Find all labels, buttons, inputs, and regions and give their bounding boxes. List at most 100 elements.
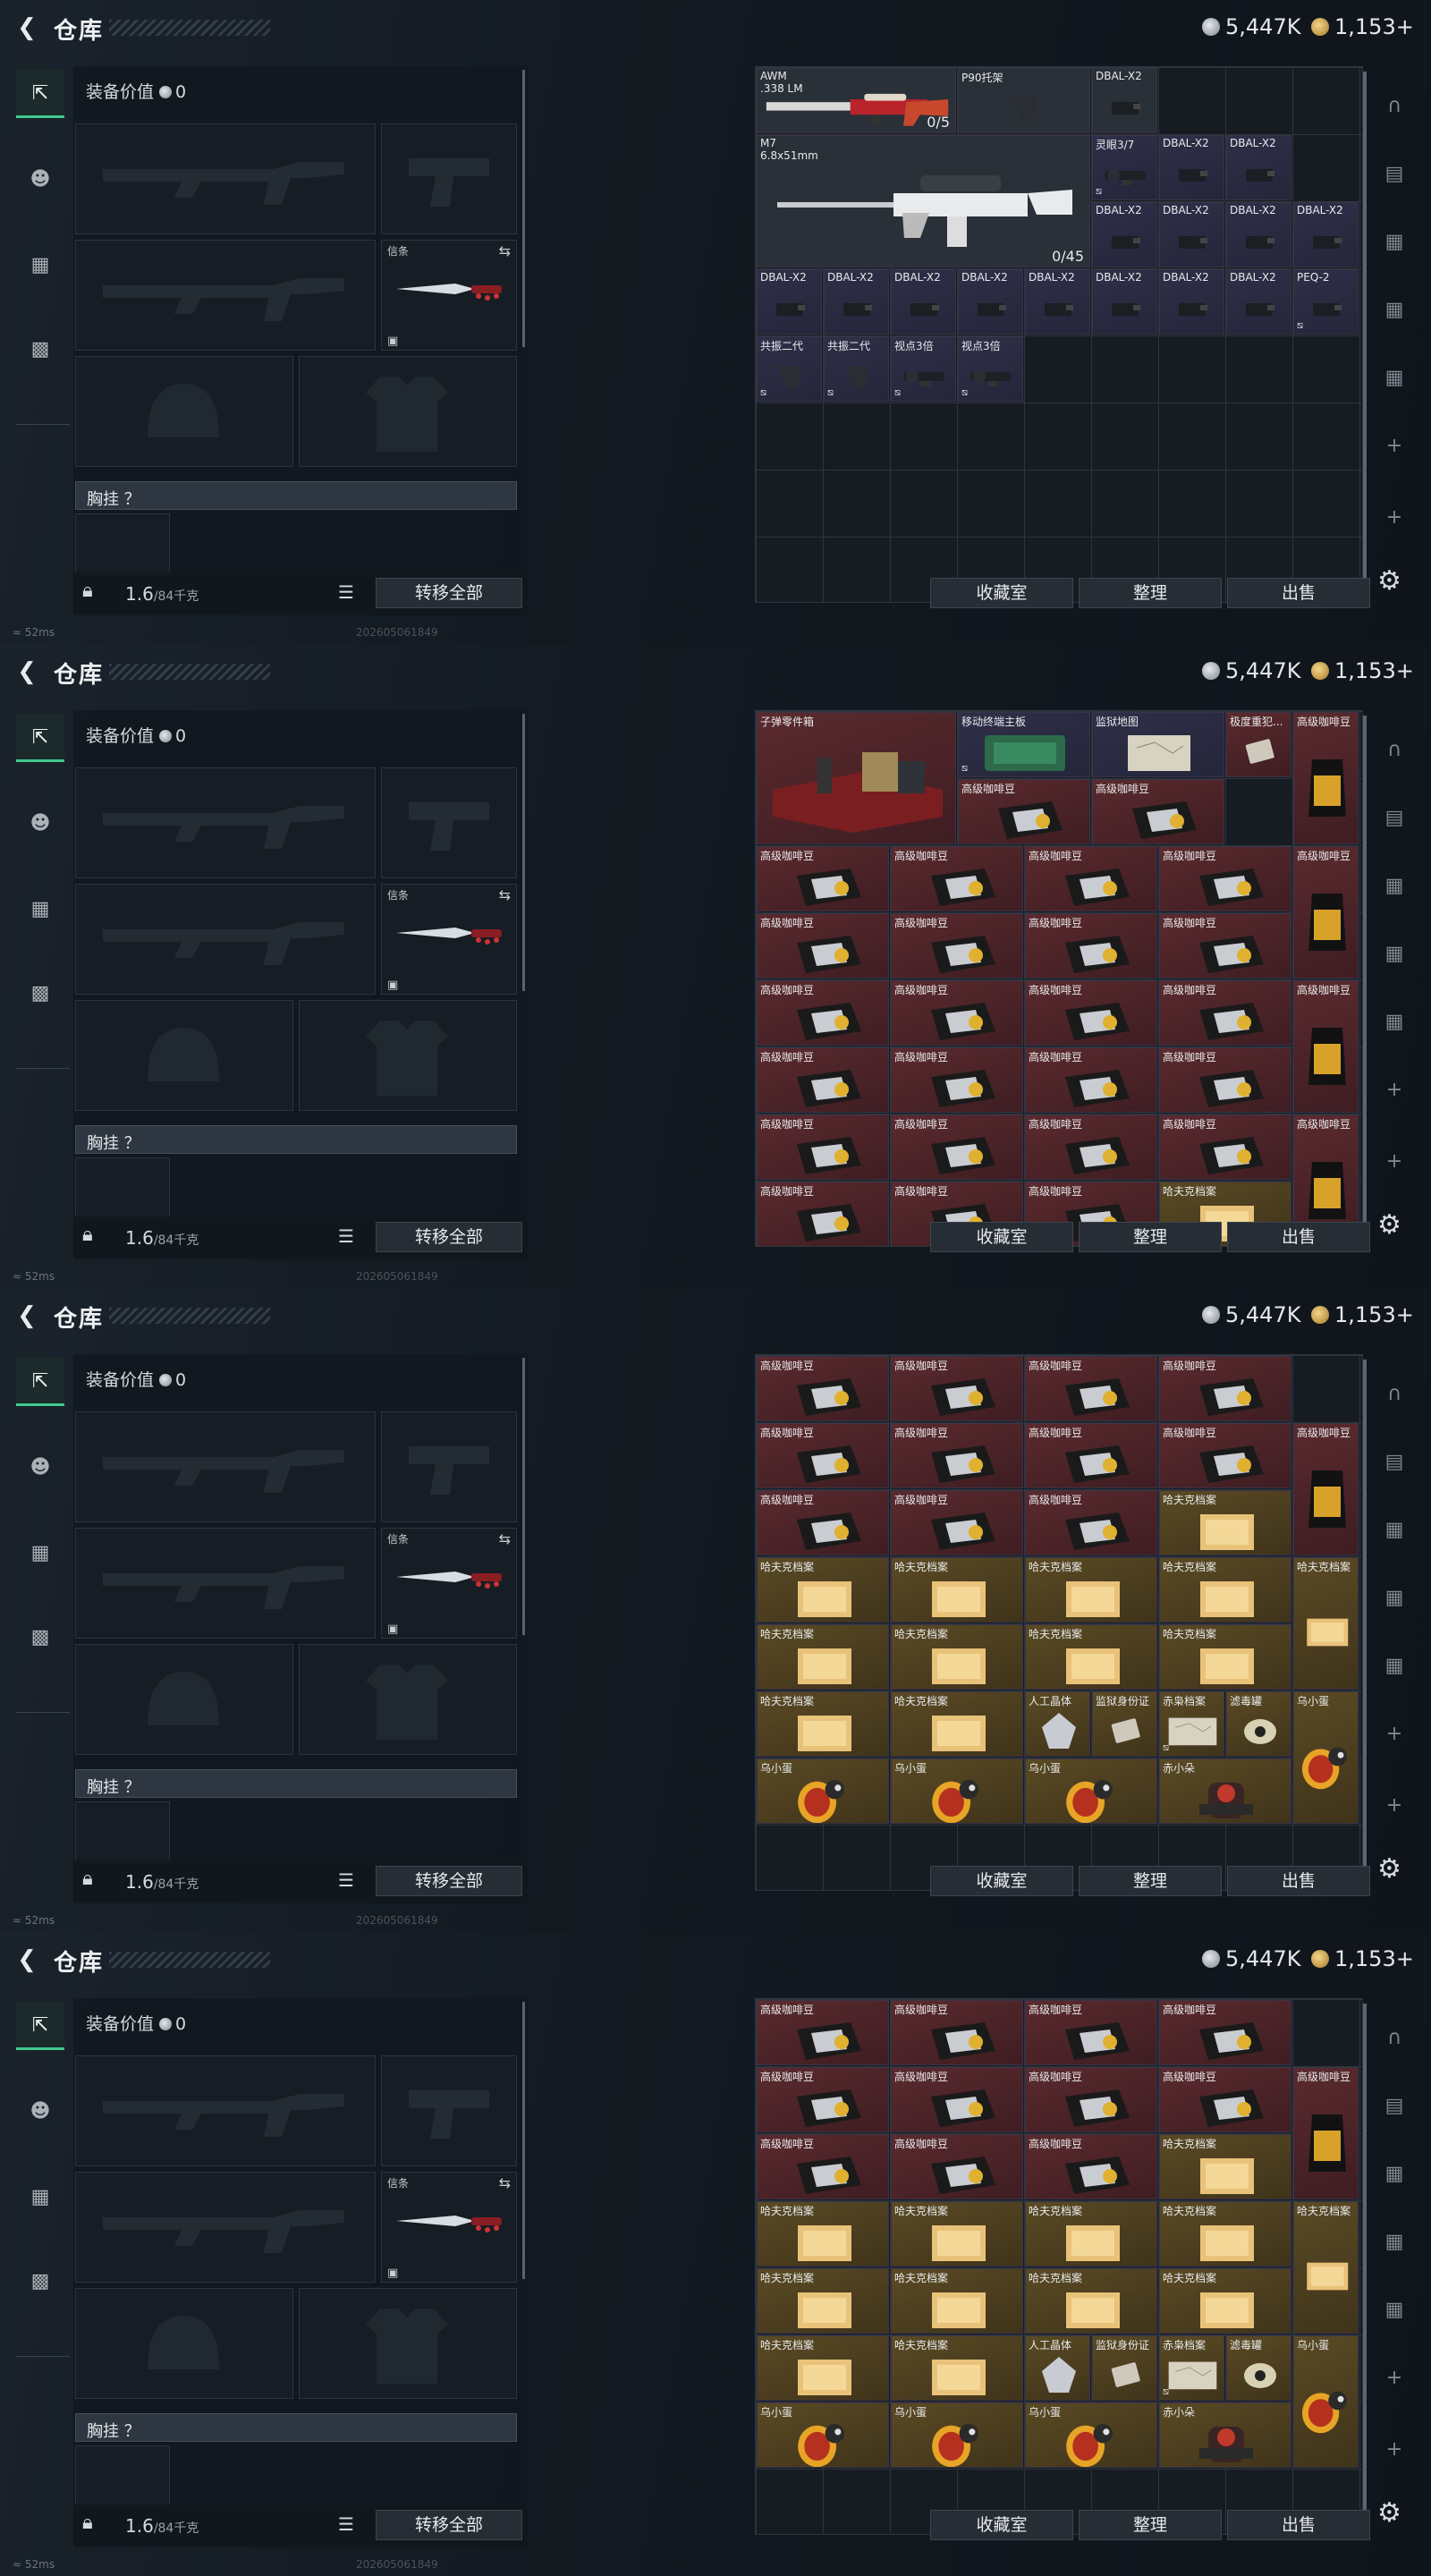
chest-rig-slot[interactable] xyxy=(75,2445,170,2508)
stash-item[interactable]: 哈夫克档案 xyxy=(757,1624,889,1690)
stash-item[interactable]: 乌小蛋 xyxy=(757,1758,889,1824)
list-icon[interactable]: ☰ xyxy=(338,581,354,603)
chest-rig-slot[interactable] xyxy=(75,1157,170,1220)
stash-item[interactable]: 高级咖啡豆 xyxy=(1025,1423,1157,1488)
armor-slot[interactable] xyxy=(299,356,517,467)
stash-item[interactable]: P90托架 xyxy=(958,68,1090,133)
helmet-icon[interactable]: ☻ xyxy=(16,2088,64,2136)
list-icon[interactable]: ☰ xyxy=(338,2513,354,2535)
pistol-slot[interactable] xyxy=(381,767,517,878)
stash-item[interactable]: 哈夫克档案 xyxy=(1159,1624,1291,1690)
stash-1-icon[interactable]: ▦ xyxy=(1370,1578,1418,1619)
stash-item[interactable]: 高级咖啡豆 xyxy=(1293,1423,1359,1555)
stash-item[interactable]: 哈夫克档案 xyxy=(757,1691,889,1757)
pistol-slot[interactable] xyxy=(381,123,517,234)
list-icon[interactable]: ☰ xyxy=(338,1869,354,1891)
stash-2-icon[interactable]: ▦ xyxy=(1370,1002,1418,1043)
stash-item[interactable]: 高级咖啡豆 xyxy=(1159,913,1291,979)
secondary-weapon-slot[interactable] xyxy=(75,2172,376,2283)
equipment-scrollbar[interactable] xyxy=(522,2002,525,2279)
stash-2-icon[interactable]: ▦ xyxy=(1370,2290,1418,2331)
backpack-icon[interactable]: ▩ xyxy=(16,970,64,1018)
helmet-slot[interactable] xyxy=(75,2288,293,2399)
gun-rack-icon[interactable]: ▤ xyxy=(1370,2086,1418,2127)
vest-icon[interactable]: ▦ xyxy=(16,2174,64,2222)
stash-item[interactable]: DBAL-X2 xyxy=(757,269,822,335)
primary-weapon-slot[interactable] xyxy=(75,123,376,234)
stash-item[interactable]: 高级咖啡豆 xyxy=(1025,2067,1157,2132)
stash-item[interactable]: 高级咖啡豆 xyxy=(1159,980,1291,1046)
add-2-icon[interactable]: + xyxy=(1370,1141,1418,1182)
stash-item[interactable]: 高级咖啡豆 xyxy=(891,1047,1023,1113)
stash-item[interactable]: 高级咖啡豆 xyxy=(1025,1047,1157,1113)
stash-item[interactable]: 极度重犯... xyxy=(1226,712,1291,777)
stash-item[interactable]: 高级咖啡豆 xyxy=(891,913,1023,979)
melee-slot[interactable]: 信条 ⇆ ▣ xyxy=(381,884,517,995)
stash-item[interactable]: 视点3倍 ⧅ xyxy=(958,336,1023,402)
pistol-icon[interactable]: ⇱ xyxy=(16,714,64,762)
add-2-icon[interactable]: + xyxy=(1370,1785,1418,1826)
stash-item[interactable]: M7 6.8x51mm 0/45 xyxy=(757,135,1090,267)
stash-item[interactable]: 高级咖啡豆 xyxy=(1025,846,1157,911)
stash-item[interactable]: 高级咖啡豆 xyxy=(757,1356,889,1421)
add-icon[interactable]: + xyxy=(1370,1070,1418,1111)
stash-item[interactable]: 高级咖啡豆 xyxy=(891,1423,1023,1488)
transfer-all-button[interactable]: 转移全部 xyxy=(376,1866,522,1896)
add-2-icon[interactable]: + xyxy=(1370,497,1418,538)
stash-item[interactable]: 哈夫克档案 xyxy=(757,1557,889,1623)
pistol-icon[interactable]: ⇱ xyxy=(16,2002,64,2050)
secondary-weapon-slot[interactable] xyxy=(75,240,376,351)
stash-item[interactable]: 高级咖啡豆 xyxy=(1092,779,1224,844)
stash-item[interactable]: 监狱地图 xyxy=(1092,712,1224,777)
stash-item[interactable]: 高级咖啡豆 xyxy=(1025,1114,1157,1180)
stash-item[interactable]: DBAL-X2 xyxy=(891,269,956,335)
stash-item[interactable]: 高级咖啡豆 xyxy=(1159,1047,1291,1113)
stash-item[interactable]: DBAL-X2 xyxy=(1159,135,1224,200)
chevron-left-icon[interactable]: ❮ xyxy=(13,1302,41,1331)
stash-item[interactable]: 高级咖啡豆 xyxy=(1293,2067,1359,2199)
stash-scrollbar[interactable] xyxy=(1363,72,1367,590)
stash-item[interactable]: 高级咖啡豆 xyxy=(757,2000,889,2065)
stash-scrollbar[interactable] xyxy=(1363,2004,1367,2522)
stash-item[interactable]: 高级咖啡豆 xyxy=(891,2000,1023,2065)
stash-item[interactable]: 哈夫克档案 xyxy=(757,2201,889,2267)
stash-item[interactable]: 哈夫克档案 xyxy=(1025,1557,1157,1623)
favorites-button[interactable]: 收藏室 xyxy=(930,1222,1073,1252)
transfer-all-button[interactable]: 转移全部 xyxy=(376,2510,522,2540)
stash-item[interactable]: 滤毒罐 xyxy=(1226,2335,1291,2401)
vest-icon[interactable]: ▦ xyxy=(16,886,64,934)
stash-item[interactable]: 高级咖啡豆 xyxy=(1293,846,1359,979)
sort-button[interactable]: 整理 xyxy=(1079,1866,1222,1896)
stash-item[interactable]: 乌小蛋 xyxy=(1025,2402,1157,2468)
stash-item[interactable]: 高级咖啡豆 xyxy=(1025,1356,1157,1421)
melee-slot[interactable]: 信条 ⇆ ▣ xyxy=(381,240,517,351)
stash-item[interactable]: DBAL-X2 xyxy=(1293,202,1359,267)
stash-item[interactable]: 高级咖啡豆 xyxy=(958,779,1090,844)
stash-icon[interactable]: ▦ xyxy=(1370,866,1418,907)
vest-icon[interactable]: ▦ xyxy=(16,1530,64,1578)
swap-icon[interactable]: ⇆ xyxy=(499,886,511,903)
swap-icon[interactable]: ⇆ xyxy=(499,2174,511,2191)
list-icon[interactable]: ☰ xyxy=(338,1225,354,1247)
stash-item[interactable]: 高级咖啡豆 xyxy=(1025,2134,1157,2199)
stash-item[interactable]: 高级咖啡豆 xyxy=(757,2134,889,2199)
stash-item[interactable]: 高级咖啡豆 xyxy=(1293,712,1359,844)
padlock-icon[interactable]: 🔒︎ xyxy=(82,2512,93,2534)
stash-item[interactable]: DBAL-X2 xyxy=(958,269,1023,335)
gold-currency[interactable]: 1,153+ xyxy=(1311,14,1414,39)
stash-item[interactable]: 高级咖啡豆 xyxy=(757,1182,889,1246)
stash-item[interactable]: 移动终端主板 ⧅ xyxy=(958,712,1090,777)
transfer-all-button[interactable]: 转移全部 xyxy=(376,578,522,608)
primary-weapon-slot[interactable] xyxy=(75,767,376,878)
stash-icon[interactable]: ▦ xyxy=(1370,2154,1418,2195)
sell-button[interactable]: 出售 xyxy=(1227,1222,1370,1252)
stash-item[interactable]: 高级咖啡豆 xyxy=(891,846,1023,911)
favorites-button[interactable]: 收藏室 xyxy=(930,2510,1073,2540)
gun-rack-icon[interactable]: ▤ xyxy=(1370,1442,1418,1483)
stash-item[interactable]: 哈夫克档案 xyxy=(891,2268,1023,2334)
stash-item[interactable]: 赤小朵 xyxy=(1159,1758,1291,1824)
stash-item[interactable]: 视点3倍 ⧅ xyxy=(891,336,956,402)
stash-item[interactable]: 高级咖啡豆 xyxy=(757,1047,889,1113)
chest-rig-header[interactable]: 胸挂 ？ xyxy=(75,2413,517,2442)
stash-item[interactable]: 哈夫克档案 xyxy=(891,2201,1023,2267)
